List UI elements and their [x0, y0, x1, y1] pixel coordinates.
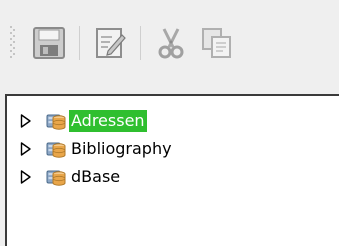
tree-item-dbase[interactable]: dBase	[7, 166, 327, 188]
scissors-icon	[158, 28, 184, 59]
toolbar	[0, 0, 339, 82]
database-icon	[46, 142, 66, 158]
copy-icon	[202, 28, 231, 58]
save-button[interactable]	[28, 22, 70, 64]
edit-document-icon	[96, 28, 126, 58]
database-icon	[46, 114, 66, 130]
tree-item-label: Bibliography	[71, 139, 172, 158]
tree-item-label: dBase	[71, 167, 121, 186]
expand-arrow-icon[interactable]	[20, 170, 32, 184]
expand-arrow-icon[interactable]	[20, 142, 32, 156]
expand-arrow-icon[interactable]	[20, 114, 32, 128]
tree-item-bibliography[interactable]: Bibliography	[7, 138, 327, 160]
copy-button[interactable]	[196, 22, 238, 64]
toolbar-grip[interactable]	[10, 26, 15, 59]
tree-item-label: Adressen	[69, 110, 147, 132]
tree-item-adressen[interactable]: Adressen	[7, 110, 327, 132]
edit-button[interactable]	[89, 22, 131, 64]
database-icon	[46, 170, 66, 186]
toolbar-separator	[79, 26, 80, 60]
cut-button[interactable]	[150, 22, 192, 64]
floppy-disk-icon	[33, 27, 65, 59]
database-tree[interactable]: Adressen Bibliography dBase	[5, 94, 339, 246]
toolbar-separator	[140, 26, 141, 60]
